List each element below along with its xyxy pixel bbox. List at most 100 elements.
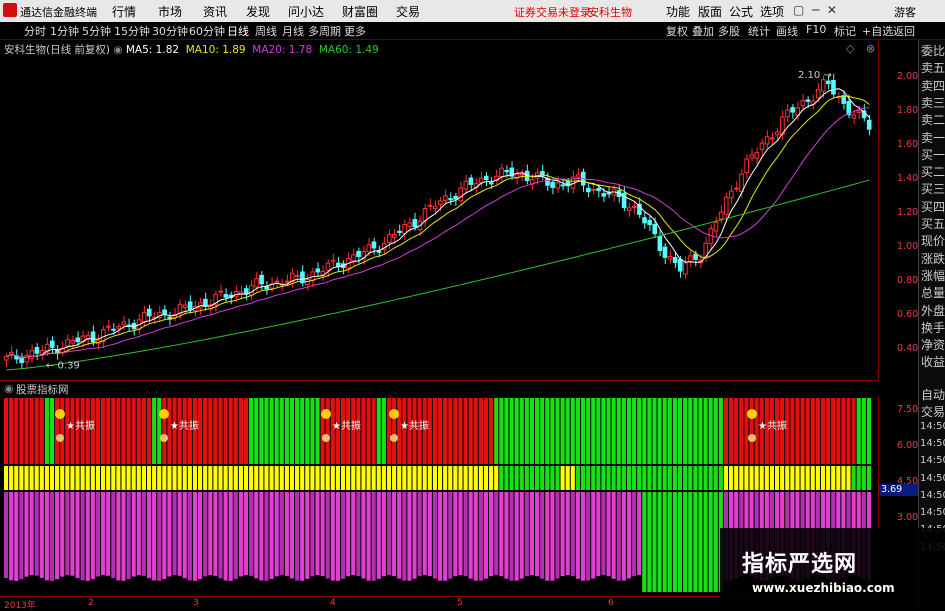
resonance-label: ★共振 bbox=[758, 419, 787, 432]
trend-bar bbox=[320, 466, 325, 490]
period-timeshare[interactable]: 分时 bbox=[24, 23, 46, 39]
volume-bar bbox=[152, 492, 157, 581]
period-multi[interactable]: 多周期 bbox=[308, 23, 341, 39]
button-multi-stock[interactable]: 多股 bbox=[718, 23, 740, 39]
period-1min[interactable]: 1分钟 bbox=[50, 23, 79, 39]
trend-bar bbox=[478, 466, 483, 490]
volume-bar bbox=[422, 492, 427, 576]
candle bbox=[463, 180, 469, 190]
menu-market[interactable]: 市场 bbox=[158, 3, 182, 20]
menu-wealth[interactable]: 财富圈 bbox=[342, 3, 378, 20]
button-restore-right[interactable]: 复权 bbox=[666, 23, 688, 39]
candle bbox=[187, 301, 193, 311]
trend-bar bbox=[570, 466, 575, 490]
period-more[interactable]: 更多 bbox=[344, 23, 366, 39]
indicator-settings-icon[interactable]: ◉ bbox=[4, 382, 14, 395]
trend-bar bbox=[417, 466, 422, 490]
signal-bar bbox=[683, 398, 688, 464]
button-overlay[interactable]: 叠加 bbox=[692, 23, 714, 39]
signal-bar bbox=[586, 398, 591, 464]
period-5min[interactable]: 5分钟 bbox=[82, 23, 111, 39]
volume-bar bbox=[591, 492, 596, 579]
trend-bar bbox=[402, 466, 407, 490]
guest-login[interactable]: 游客 bbox=[894, 4, 916, 20]
menu-trade[interactable]: 交易 bbox=[396, 3, 420, 20]
candle bbox=[432, 206, 438, 210]
resonance-label: ★共振 bbox=[332, 419, 361, 432]
trend-bar bbox=[586, 466, 591, 490]
window-controls[interactable]: ▢ ─ ✕ bbox=[793, 3, 837, 17]
trend-bar bbox=[826, 466, 831, 490]
sidebar-trade-label[interactable]: 交易 bbox=[921, 403, 945, 420]
trend-bar bbox=[295, 466, 300, 490]
period-30min[interactable]: 30分钟 bbox=[152, 23, 188, 39]
signal-bar bbox=[19, 398, 24, 464]
menu-options[interactable]: 选项 bbox=[760, 3, 784, 20]
signal-bar bbox=[810, 398, 815, 464]
signal-bar bbox=[713, 398, 718, 464]
candle bbox=[504, 170, 509, 173]
trend-bar bbox=[504, 466, 509, 490]
trade-login-alert[interactable]: 证券交易未登录 bbox=[514, 4, 591, 20]
button-back[interactable]: 返回 bbox=[893, 23, 915, 39]
menu-news[interactable]: 资讯 bbox=[203, 3, 227, 20]
menu-formula[interactable]: 公式 bbox=[729, 3, 753, 20]
signal-bar bbox=[463, 398, 468, 464]
menu-layout[interactable]: 版面 bbox=[698, 3, 722, 20]
candle bbox=[330, 259, 336, 263]
stock-title: 安科生物(日线 前复权) bbox=[4, 44, 111, 56]
volume-bar bbox=[642, 492, 647, 592]
trend-bar bbox=[632, 466, 637, 490]
expand-icon[interactable]: ◇ bbox=[846, 42, 854, 55]
sidebar-label: 买五 bbox=[921, 217, 945, 231]
signal-bar bbox=[9, 398, 14, 464]
volume-bar bbox=[713, 492, 718, 592]
chart-title-line: 安科生物(日线 前复权) ◉ MA5: 1.82 MA10: 1.89 MA20… bbox=[4, 42, 379, 57]
price-chart[interactable]: ← 0.39 2.10 → bbox=[0, 58, 878, 380]
volume-bar bbox=[432, 492, 437, 579]
candle bbox=[177, 303, 183, 314]
trend-bar bbox=[80, 466, 85, 490]
menu-discover[interactable]: 发现 bbox=[246, 3, 270, 20]
trend-bar bbox=[575, 466, 580, 490]
menu-quotes[interactable]: 行情 bbox=[112, 3, 136, 20]
button-add-favorite[interactable]: +自选 bbox=[862, 23, 893, 39]
signal-bar bbox=[325, 398, 330, 464]
price-tick: 0.40 bbox=[897, 343, 919, 354]
trend-bar bbox=[560, 466, 565, 490]
candle bbox=[356, 250, 361, 258]
signal-bar bbox=[540, 398, 545, 464]
candle bbox=[34, 347, 40, 354]
period-60min[interactable]: 60分钟 bbox=[189, 23, 225, 39]
candle bbox=[759, 142, 765, 151]
signal-bar bbox=[529, 398, 535, 464]
signal-bar bbox=[95, 398, 101, 464]
sidebar-trade-label: 14:50 bbox=[920, 437, 945, 449]
volume-bar bbox=[407, 492, 412, 581]
period-monthly[interactable]: 月线 bbox=[282, 23, 304, 39]
trend-bar bbox=[356, 466, 361, 490]
candle bbox=[550, 181, 555, 188]
menu-function[interactable]: 功能 bbox=[666, 3, 690, 20]
candle bbox=[693, 253, 698, 260]
trend-bar bbox=[274, 466, 279, 490]
period-15min[interactable]: 15分钟 bbox=[114, 23, 150, 39]
button-stats[interactable]: 统计 bbox=[748, 23, 770, 39]
sidebar-trade-label[interactable]: 自动 bbox=[921, 386, 945, 403]
signal-bar bbox=[289, 398, 295, 464]
trend-bar bbox=[60, 466, 65, 490]
trend-bar bbox=[652, 466, 657, 490]
period-daily[interactable]: 日线 bbox=[227, 23, 249, 39]
volume-bar bbox=[412, 492, 417, 579]
menu-ask[interactable]: 问小达 bbox=[288, 3, 324, 20]
close-icon[interactable]: ⊗ bbox=[866, 42, 875, 55]
button-draw[interactable]: 画线 bbox=[776, 23, 798, 39]
settings-icon[interactable]: ◉ bbox=[113, 44, 126, 56]
signal-bar bbox=[305, 398, 310, 464]
volume-bar bbox=[243, 492, 249, 576]
button-mark[interactable]: 标记 bbox=[834, 23, 856, 39]
button-f10[interactable]: F10 bbox=[806, 23, 826, 36]
trend-bar bbox=[106, 466, 111, 490]
period-weekly[interactable]: 周线 bbox=[255, 23, 277, 39]
trend-bar bbox=[167, 466, 172, 490]
